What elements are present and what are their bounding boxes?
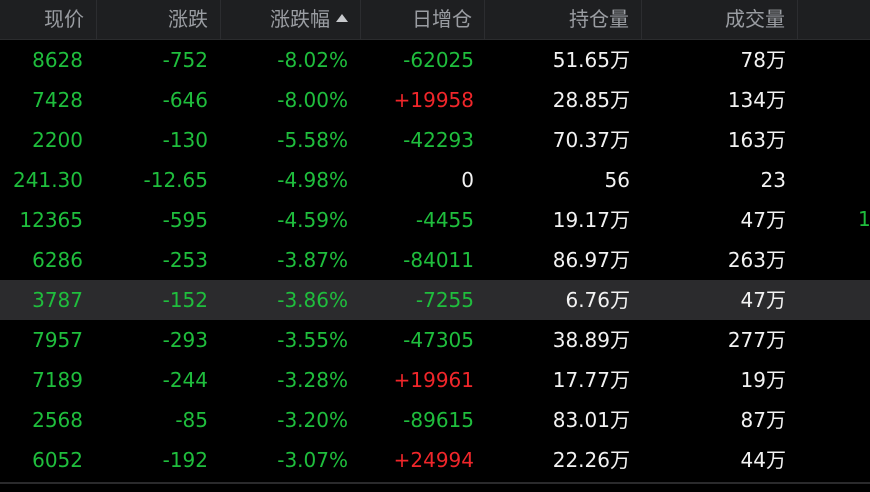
change-cell: -152 bbox=[162, 288, 208, 312]
daily-oi-change-cell: -62025 bbox=[403, 48, 474, 72]
price-cell: 7428 bbox=[32, 88, 83, 112]
change-cell: -244 bbox=[162, 368, 208, 392]
table-row[interactable]: 8628 -752 -8.02% -62025 51.65万 78万 bbox=[0, 40, 870, 80]
daily-oi-change-cell: -89615 bbox=[403, 408, 474, 432]
change-cell: -595 bbox=[162, 208, 208, 232]
daily-oi-change-cell: -4455 bbox=[415, 208, 474, 232]
table-divider bbox=[0, 482, 870, 484]
change-cell: -192 bbox=[162, 448, 208, 472]
price-cell: 6052 bbox=[32, 448, 83, 472]
open-interest-cell: 6.76万 bbox=[565, 288, 630, 312]
futures-quote-table: 现价 涨跌 涨跌幅 日增仓 持仓量 成交量 8628 -752 -8.02% -620… bbox=[0, 0, 870, 492]
change-cell: -646 bbox=[162, 88, 208, 112]
open-interest-cell: 17.77万 bbox=[552, 368, 630, 392]
open-interest-cell: 51.65万 bbox=[552, 48, 630, 72]
price-cell: 3787 bbox=[32, 288, 83, 312]
change-cell: -12.65 bbox=[143, 168, 208, 192]
sort-ascending-icon[interactable] bbox=[336, 14, 348, 22]
volume-cell: 44万 bbox=[740, 448, 786, 472]
open-interest-cell: 19.17万 bbox=[552, 208, 630, 232]
open-interest-cell: 38.89万 bbox=[552, 328, 630, 352]
table-row[interactable]: 2200 -130 -5.58% -42293 70.37万 163万 bbox=[0, 120, 870, 160]
change-cell: -253 bbox=[162, 248, 208, 272]
daily-oi-change-cell: 0 bbox=[461, 168, 474, 192]
volume-cell: 19万 bbox=[740, 368, 786, 392]
daily-oi-change-cell: +24994 bbox=[393, 448, 474, 472]
header-volume[interactable]: 成交量 bbox=[642, 0, 798, 39]
change-pct-cell: -3.28% bbox=[277, 368, 348, 392]
table-row[interactable]: 6052 -192 -3.07% +24994 22.26万 44万 bbox=[0, 440, 870, 480]
open-interest-cell: 70.37万 bbox=[552, 128, 630, 152]
table-row[interactable]: 241.30 -12.65 -4.98% 0 56 23 bbox=[0, 160, 870, 200]
header-daily-oi-change[interactable]: 日增仓 bbox=[361, 0, 485, 39]
daily-oi-change-cell: +19961 bbox=[393, 368, 474, 392]
table-row[interactable]: 3787 -152 -3.86% -7255 6.76万 47万 bbox=[0, 280, 870, 320]
table-row[interactable]: 6286 -253 -3.87% -84011 86.97万 263万 bbox=[0, 240, 870, 280]
table-row[interactable]: 12365 -595 -4.59% -4455 19.17万 47万 bbox=[0, 200, 870, 240]
daily-oi-change-cell: -42293 bbox=[403, 128, 474, 152]
daily-oi-change-cell: +19958 bbox=[393, 88, 474, 112]
change-cell: -130 bbox=[162, 128, 208, 152]
volume-cell: 134万 bbox=[727, 88, 786, 112]
daily-oi-change-cell: -7255 bbox=[415, 288, 474, 312]
price-cell: 6286 bbox=[32, 248, 83, 272]
volume-cell: 263万 bbox=[727, 248, 786, 272]
price-cell: 241.30 bbox=[13, 168, 83, 192]
change-pct-cell: -4.98% bbox=[277, 168, 348, 192]
volume-cell: 23 bbox=[760, 168, 786, 192]
header-open-interest[interactable]: 持仓量 bbox=[485, 0, 642, 39]
price-cell: 8628 bbox=[32, 48, 83, 72]
price-cell: 12365 bbox=[19, 208, 83, 232]
header-change[interactable]: 涨跌 bbox=[97, 0, 221, 39]
change-pct-cell: -3.55% bbox=[277, 328, 348, 352]
change-pct-cell: -4.59% bbox=[277, 208, 348, 232]
price-cell: 2568 bbox=[32, 408, 83, 432]
open-interest-cell: 86.97万 bbox=[552, 248, 630, 272]
table-row[interactable]: 7428 -646 -8.00% +19958 28.85万 134万 bbox=[0, 80, 870, 120]
header-change-pct[interactable]: 涨跌幅 bbox=[221, 0, 361, 39]
change-pct-cell: -3.20% bbox=[277, 408, 348, 432]
table-header: 现价 涨跌 涨跌幅 日增仓 持仓量 成交量 bbox=[0, 0, 870, 40]
table-row[interactable]: 7189 -244 -3.28% +19961 17.77万 19万 bbox=[0, 360, 870, 400]
daily-oi-change-cell: -47305 bbox=[403, 328, 474, 352]
change-pct-cell: -3.07% bbox=[277, 448, 348, 472]
open-interest-cell: 83.01万 bbox=[552, 408, 630, 432]
change-cell: -293 bbox=[162, 328, 208, 352]
daily-oi-change-cell: -84011 bbox=[403, 248, 474, 272]
volume-cell: 163万 bbox=[727, 128, 786, 152]
change-pct-cell: -5.58% bbox=[277, 128, 348, 152]
volume-cell: 47万 bbox=[740, 208, 786, 232]
price-cell: 7189 bbox=[32, 368, 83, 392]
change-pct-cell: -8.02% bbox=[277, 48, 348, 72]
table-row[interactable]: 2568 -85 -3.20% -89615 83.01万 87万 bbox=[0, 400, 870, 440]
open-interest-cell: 28.85万 bbox=[552, 88, 630, 112]
change-pct-cell: -8.00% bbox=[277, 88, 348, 112]
change-cell: -85 bbox=[175, 408, 208, 432]
volume-cell: 47万 bbox=[740, 288, 786, 312]
volume-cell: 277万 bbox=[727, 328, 786, 352]
change-pct-cell: -3.87% bbox=[277, 248, 348, 272]
table-row[interactable]: 7957 -293 -3.55% -47305 38.89万 277万 bbox=[0, 320, 870, 360]
change-cell: -752 bbox=[162, 48, 208, 72]
volume-cell: 78万 bbox=[740, 48, 786, 72]
open-interest-cell: 56 bbox=[604, 168, 630, 192]
clipped-column-value: 1 bbox=[858, 207, 870, 231]
price-cell: 7957 bbox=[32, 328, 83, 352]
open-interest-cell: 22.26万 bbox=[552, 448, 630, 472]
volume-cell: 87万 bbox=[740, 408, 786, 432]
price-cell: 2200 bbox=[32, 128, 83, 152]
change-pct-cell: -3.86% bbox=[277, 288, 348, 312]
header-price[interactable]: 现价 bbox=[0, 0, 97, 39]
